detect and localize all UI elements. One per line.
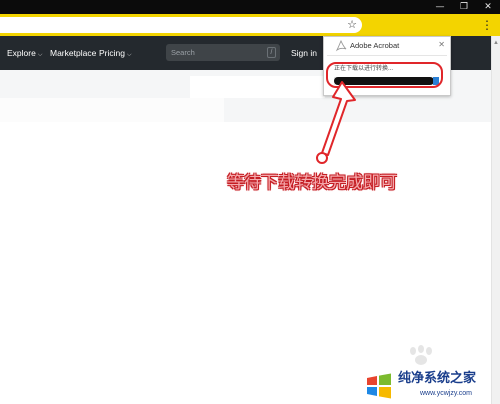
watermark: 纯净系统之家 www.ycwjzy.com (360, 368, 500, 404)
windows-logo-icon (367, 373, 391, 399)
watermark-title: 纯净系统之家 (398, 371, 477, 386)
banner-panel-secondary (0, 98, 224, 122)
search-shortcut-key: / (267, 47, 276, 58)
sign-in-link[interactable]: Sign in (291, 47, 317, 59)
nav-pricing-label: Pricing (99, 48, 125, 58)
nav-marketplace[interactable]: Marketplace (50, 47, 96, 59)
close-icon[interactable]: ✕ (438, 40, 445, 50)
nav-pricing[interactable]: Pricing ⌵ (99, 47, 132, 61)
browser-menu-icon[interactable]: ⋮ (481, 17, 493, 33)
restore-button[interactable]: ❐ (452, 0, 476, 14)
window-title-bar: — ❐ ✕ (0, 0, 500, 14)
annotation-arrow-icon (316, 81, 356, 164)
nav-explore-label: Explore (7, 48, 36, 58)
divider (327, 55, 447, 56)
star-outline-icon[interactable]: ☆ (347, 18, 357, 32)
address-bar: ☆ ⋮ (0, 14, 500, 36)
nav-explore[interactable]: Explore ⌵ (7, 47, 42, 61)
paw-print-icon (410, 345, 432, 365)
search-placeholder: Search (171, 48, 195, 57)
close-window-button[interactable]: ✕ (476, 0, 500, 14)
browser-window: — ❐ ✕ ☆ ⋮ Explore ⌵ Marketplace Pricing ⌵ … (0, 0, 500, 404)
scroll-up-icon[interactable]: ▲ (492, 40, 500, 46)
chevron-down-icon: ⌵ (126, 52, 132, 58)
search-input[interactable]: Search / (166, 44, 280, 61)
acrobat-icon (335, 40, 347, 52)
popup-title: Adobe Acrobat (350, 41, 400, 50)
watermark-url: www.ycwjzy.com (420, 390, 472, 397)
page-scrollbar[interactable]: ▲ (491, 36, 500, 404)
chevron-down-icon: ⌵ (37, 52, 43, 58)
minimize-button[interactable]: — (428, 0, 452, 14)
annotation-caption: 等待下载转换完成即可 (227, 173, 397, 193)
url-input[interactable]: ☆ (0, 17, 362, 33)
